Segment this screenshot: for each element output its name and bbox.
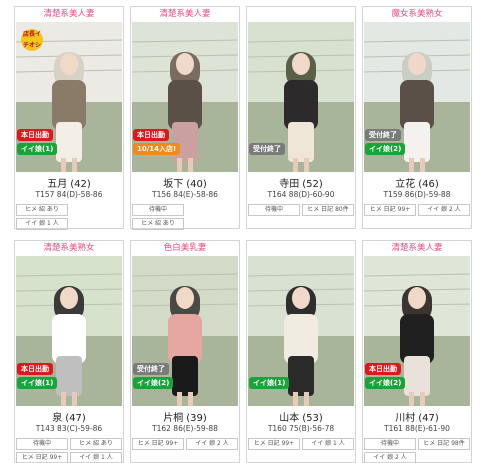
category-label: 清楚系美人妻 — [159, 9, 211, 19]
info-tag — [418, 452, 470, 463]
body-spec: T156 84(E)-58-86 — [152, 190, 218, 199]
age-text: (39) — [186, 413, 207, 424]
body-spec: T159 86(D)-59-88 — [383, 190, 451, 199]
category-label: 色白美乳妻 — [163, 243, 207, 253]
girl-name[interactable]: 片桐 (39) — [131, 409, 239, 424]
tag-row: ヒメ 日記 99+ イイ 娘 1 人 — [248, 438, 354, 450]
status-badge: 受付終了 — [249, 143, 285, 155]
info-tag: イイ 娘 2 人 — [186, 438, 238, 450]
girl-name[interactable]: 寺田 (52) — [247, 175, 355, 190]
name-text: 立花 — [395, 179, 416, 190]
info-tag: ヒメ 日記 99+ — [132, 438, 184, 450]
category-label: 清楚系美人妻 — [391, 243, 443, 253]
status-badge: 10/14入店! — [133, 143, 181, 155]
info-tag: イイ 娘 2 人 — [418, 204, 470, 216]
girl-card[interactable]: 受付終了寺田 (52) T164 88(D)-60-90 待機中 ヒメ 日記 80件 — [246, 6, 356, 229]
info-tag — [70, 218, 122, 230]
manager-pick-badge: 店長イチオシ — [21, 29, 43, 51]
age-text: (46) — [418, 179, 439, 190]
status-badge: 本日出勤 — [365, 363, 401, 375]
name-text: 川村 — [395, 413, 416, 424]
girl-card[interactable]: イイ娘(1) 山本 (53) T160 75(B)-56-78 ヒメ 日記 99+ イイ … — [246, 240, 356, 463]
category-label — [247, 7, 355, 22]
info-tag: ヒメ 紹 あり — [132, 218, 184, 230]
info-tag: ヒメ 日記 99+ — [248, 438, 300, 450]
status-badge: イイ娘(2) — [133, 377, 174, 389]
category-label — [247, 241, 355, 256]
girl-card[interactable]: 清楚系美熟女本日出勤イイ娘(1) 泉 (47) T143 83(C)-59-86 待機中… — [14, 240, 124, 463]
tag-row: 待機中 ヒメ 日記 80件 — [248, 204, 354, 216]
category-label: 清楚系美熟女 — [43, 243, 95, 253]
body-spec: T143 83(C)-59-86 — [35, 424, 103, 433]
info-tag: ヒメ 日記 98件 — [418, 438, 470, 450]
info-tag: イイ 娘 1 人 — [70, 452, 122, 463]
info-tag: 待機中 — [364, 438, 416, 450]
status-badge: イイ娘(1) — [249, 377, 290, 389]
status-badge: 本日出勤 — [17, 363, 53, 375]
girl-card[interactable]: 清楚系美人妻本日出勤イイ娘(2) 川村 (47) T161 88(E)-61-90 待機… — [362, 240, 472, 463]
info-tag — [186, 204, 238, 216]
name-text: 坂下 — [163, 179, 184, 190]
info-tag: ヒメ 日記 80件 — [302, 204, 354, 216]
age-text: (40) — [186, 179, 207, 190]
age-text: (52) — [302, 179, 323, 190]
info-tag — [186, 218, 238, 230]
tag-row: ヒメ 紹 あり — [132, 218, 238, 230]
status-badge: イイ娘(1) — [17, 377, 58, 389]
info-tag: イイ 娘 2 人 — [364, 452, 416, 463]
name-text: 寺田 — [279, 179, 300, 190]
age-text: (53) — [302, 413, 323, 424]
info-tag: ヒメ 日記 99+ — [364, 204, 416, 216]
tag-row: 待機中 — [132, 204, 238, 216]
girl-card[interactable]: 清楚系美人妻本日出勤 10/14入店! 坂下 (40) T156 84(E)-58-86… — [130, 6, 240, 230]
tag-row: ヒメ 紹 あり — [16, 204, 122, 216]
age-text: (47) — [418, 413, 439, 424]
girl-name[interactable]: 川村 (47) — [363, 409, 471, 424]
status-badge: イイ娘(1) — [17, 143, 58, 155]
tag-row: ヒメ 日記 99+ イイ 娘 2 人 — [364, 204, 470, 216]
name-text: 片桐 — [163, 413, 184, 424]
tag-row: 待機中 ヒメ 紹 あり — [16, 438, 122, 450]
info-tag: ヒメ 紹 あり — [16, 204, 68, 216]
body-spec: T164 88(D)-60-90 — [267, 190, 335, 199]
info-tag — [70, 204, 122, 216]
age-text: (42) — [70, 179, 91, 190]
status-badge: イイ娘(2) — [365, 377, 406, 389]
status-badge: 本日出勤 — [17, 129, 53, 141]
info-tag: イイ 娘 1 人 — [16, 218, 68, 230]
info-tag: ヒメ 紹 あり — [70, 438, 122, 450]
info-tag: 待機中 — [248, 204, 300, 216]
category-label: 魔女系美熟女 — [391, 9, 443, 19]
tag-row: ヒメ 日記 99+ イイ 娘 2 人 — [132, 438, 238, 450]
girl-name[interactable]: 五月 (42) — [15, 175, 123, 190]
name-text: 五月 — [47, 179, 68, 190]
status-badge: 受付終了 — [365, 129, 401, 141]
info-tag: ヒメ 日記 99+ — [16, 452, 68, 463]
tag-row: イイ 娘 1 人 — [16, 218, 122, 230]
age-text: (47) — [65, 413, 86, 424]
body-spec: T162 86(E)-59-88 — [152, 424, 218, 433]
status-badge: イイ娘(2) — [365, 143, 406, 155]
info-tag: 待機中 — [16, 438, 68, 450]
girl-card[interactable]: 色白美乳妻受付終了イイ娘(2) 片桐 (39) T162 86(E)-59-88 ヒメ … — [130, 240, 240, 463]
category-label: 清楚系美人妻 — [43, 9, 95, 19]
info-tag: 待機中 — [132, 204, 184, 216]
status-badge: 受付終了 — [133, 363, 169, 375]
name-text: 泉 — [52, 413, 63, 424]
body-spec: T157 84(D)-58-86 — [35, 190, 103, 199]
girl-card[interactable]: 清楚系美人妻 店長イチオシ本日出勤イイ娘(1) 五月 (42) T157 84(D)-5… — [14, 6, 124, 230]
tag-row: 待機中 ヒメ 日記 98件 — [364, 438, 470, 450]
girl-name[interactable]: 坂下 (40) — [131, 175, 239, 190]
body-spec: T160 75(B)-56-78 — [267, 424, 335, 433]
name-text: 山本 — [279, 413, 300, 424]
status-badge: 本日出勤 — [133, 129, 169, 141]
body-spec: T161 88(E)-61-90 — [384, 424, 450, 433]
girl-name[interactable]: 立花 (46) — [363, 175, 471, 190]
girl-card[interactable]: 魔女系美熟女受付終了イイ娘(2) 立花 (46) T159 86(D)-59-88 ヒメ… — [362, 6, 472, 229]
girl-name[interactable]: 泉 (47) — [15, 409, 123, 424]
tag-row: ヒメ 日記 99+ イイ 娘 1 人 — [16, 452, 122, 463]
girl-name[interactable]: 山本 (53) — [247, 409, 355, 424]
tag-row: イイ 娘 2 人 — [364, 452, 470, 463]
info-tag: イイ 娘 1 人 — [302, 438, 354, 450]
